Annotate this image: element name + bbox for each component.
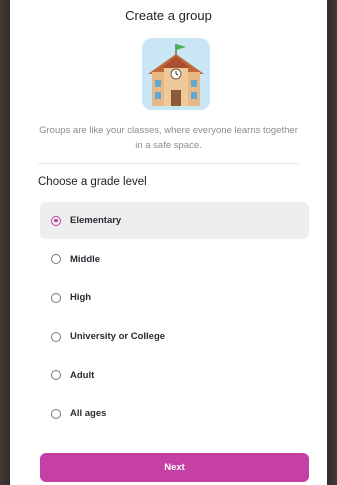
radio-selected-icon[interactable] xyxy=(51,215,61,226)
grade-level-options: Elementary Middle High University or Col… xyxy=(40,202,309,434)
grade-option-elementary[interactable]: Elementary xyxy=(40,202,309,239)
divider xyxy=(38,163,299,164)
grade-option-label: University or College xyxy=(70,331,166,343)
modal-description: Groups are like your classes, where ever… xyxy=(39,125,298,151)
grade-option-label: All ages xyxy=(70,408,107,420)
radio-unselected-icon[interactable] xyxy=(51,254,61,265)
grade-level-heading: Choose a grade level xyxy=(38,176,147,188)
create-group-modal: Create a group Groups are like your clas… xyxy=(10,0,327,485)
grade-option-adult[interactable]: Adult xyxy=(40,357,309,394)
radio-unselected-icon[interactable] xyxy=(51,408,61,419)
grade-option-label: Elementary xyxy=(70,215,122,226)
grade-option-university[interactable]: University or College xyxy=(40,318,309,355)
grade-option-middle[interactable]: Middle xyxy=(40,241,309,278)
radio-unselected-icon[interactable] xyxy=(51,292,61,303)
next-button[interactable]: Next xyxy=(40,453,309,482)
school-building-icon xyxy=(142,38,210,110)
grade-option-label: High xyxy=(70,292,92,304)
radio-unselected-icon[interactable] xyxy=(51,370,61,381)
modal-title: Create a group xyxy=(125,8,212,23)
grade-option-label: Adult xyxy=(70,369,95,381)
radio-unselected-icon[interactable] xyxy=(51,331,61,342)
grade-option-label: Middle xyxy=(70,253,101,265)
grade-option-all-ages[interactable]: All ages xyxy=(40,395,309,432)
grade-option-high[interactable]: High xyxy=(40,279,309,316)
